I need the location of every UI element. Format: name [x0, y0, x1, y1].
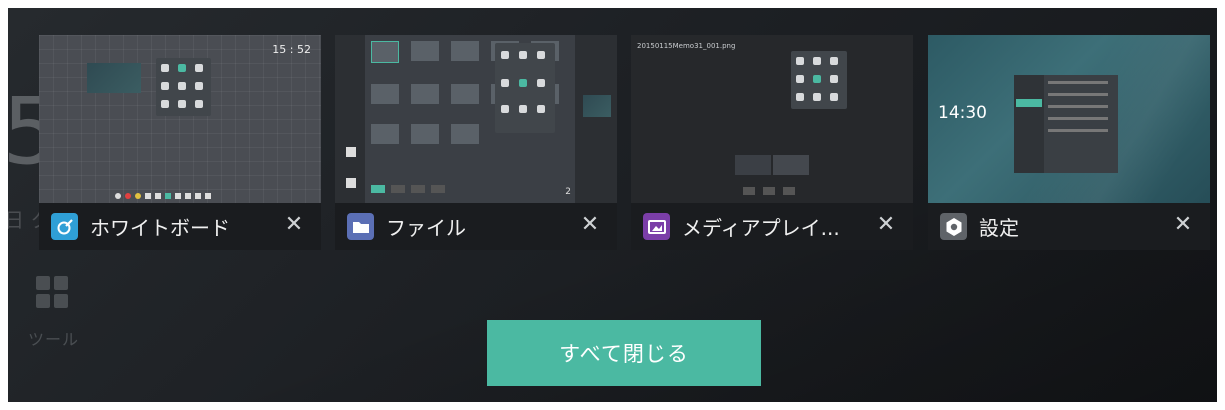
- close-app-button[interactable]: ✕: [1172, 214, 1194, 236]
- thumb-clock: 14:30: [938, 103, 987, 123]
- media-player-icon: [643, 213, 670, 240]
- close-app-button[interactable]: ✕: [579, 214, 601, 236]
- thumb-player-controls: [743, 187, 803, 195]
- close-app-button[interactable]: ✕: [283, 214, 305, 236]
- recent-apps-screen: 5 日 ク ツール 15 : 52 ホワイトボード ✕ 2 ファイル ✕ 201…: [8, 8, 1217, 402]
- thumb-clock: 15 : 52: [272, 43, 311, 56]
- app-thumbnail[interactable]: 14:30: [928, 35, 1210, 203]
- close-app-button[interactable]: ✕: [875, 214, 897, 236]
- app-thumbnail[interactable]: 20150115Memo31_001.png: [631, 35, 913, 203]
- thumb-quick-panel: [495, 43, 555, 133]
- thumb-quick-panel: [156, 58, 211, 116]
- tools-grid-icon: [36, 276, 72, 312]
- thumb-settings-window: [1014, 75, 1118, 173]
- thumb-detail-pane: [575, 35, 617, 203]
- thumb-quick-panel: [791, 51, 847, 109]
- thumb-preview-2: [773, 155, 809, 175]
- recent-app-card-settings[interactable]: 14:30 設定 ✕: [928, 35, 1210, 250]
- thumb-toolbar: [115, 193, 245, 199]
- app-title: ホワイトボード: [90, 216, 230, 240]
- app-title: ファイル: [386, 216, 466, 240]
- thumb-filename: 20150115Memo31_001.png: [637, 42, 736, 50]
- thumb-preview-1: [735, 155, 771, 175]
- folder-icon: [347, 213, 374, 240]
- app-title-bar[interactable]: ホワイトボード ✕: [39, 203, 321, 250]
- gear-icon: [940, 213, 967, 240]
- tools-label: ツール: [28, 330, 80, 349]
- thumb-page-number: 2: [565, 187, 571, 197]
- recent-app-card-whiteboard[interactable]: 15 : 52 ホワイトボード ✕: [39, 35, 321, 250]
- close-all-button[interactable]: すべて閉じる: [487, 320, 761, 386]
- recent-app-card-media-player[interactable]: 20150115Memo31_001.png メディアプレイ... ✕: [631, 35, 913, 250]
- thumb-window: [87, 63, 141, 93]
- app-title-bar[interactable]: ファイル ✕: [335, 203, 617, 250]
- app-title: メディアプレイ...: [682, 216, 840, 240]
- thumb-file-sidebar: [335, 35, 365, 203]
- app-title: 設定: [979, 216, 1019, 240]
- recent-app-card-files[interactable]: 2 ファイル ✕: [335, 35, 617, 250]
- whiteboard-icon: [51, 213, 78, 240]
- app-thumbnail[interactable]: 15 : 52: [39, 35, 321, 203]
- app-title-bar[interactable]: 設定 ✕: [928, 203, 1210, 250]
- app-title-bar[interactable]: メディアプレイ... ✕: [631, 203, 913, 250]
- thumb-file-toolbar: [371, 185, 571, 195]
- app-thumbnail[interactable]: 2: [335, 35, 617, 203]
